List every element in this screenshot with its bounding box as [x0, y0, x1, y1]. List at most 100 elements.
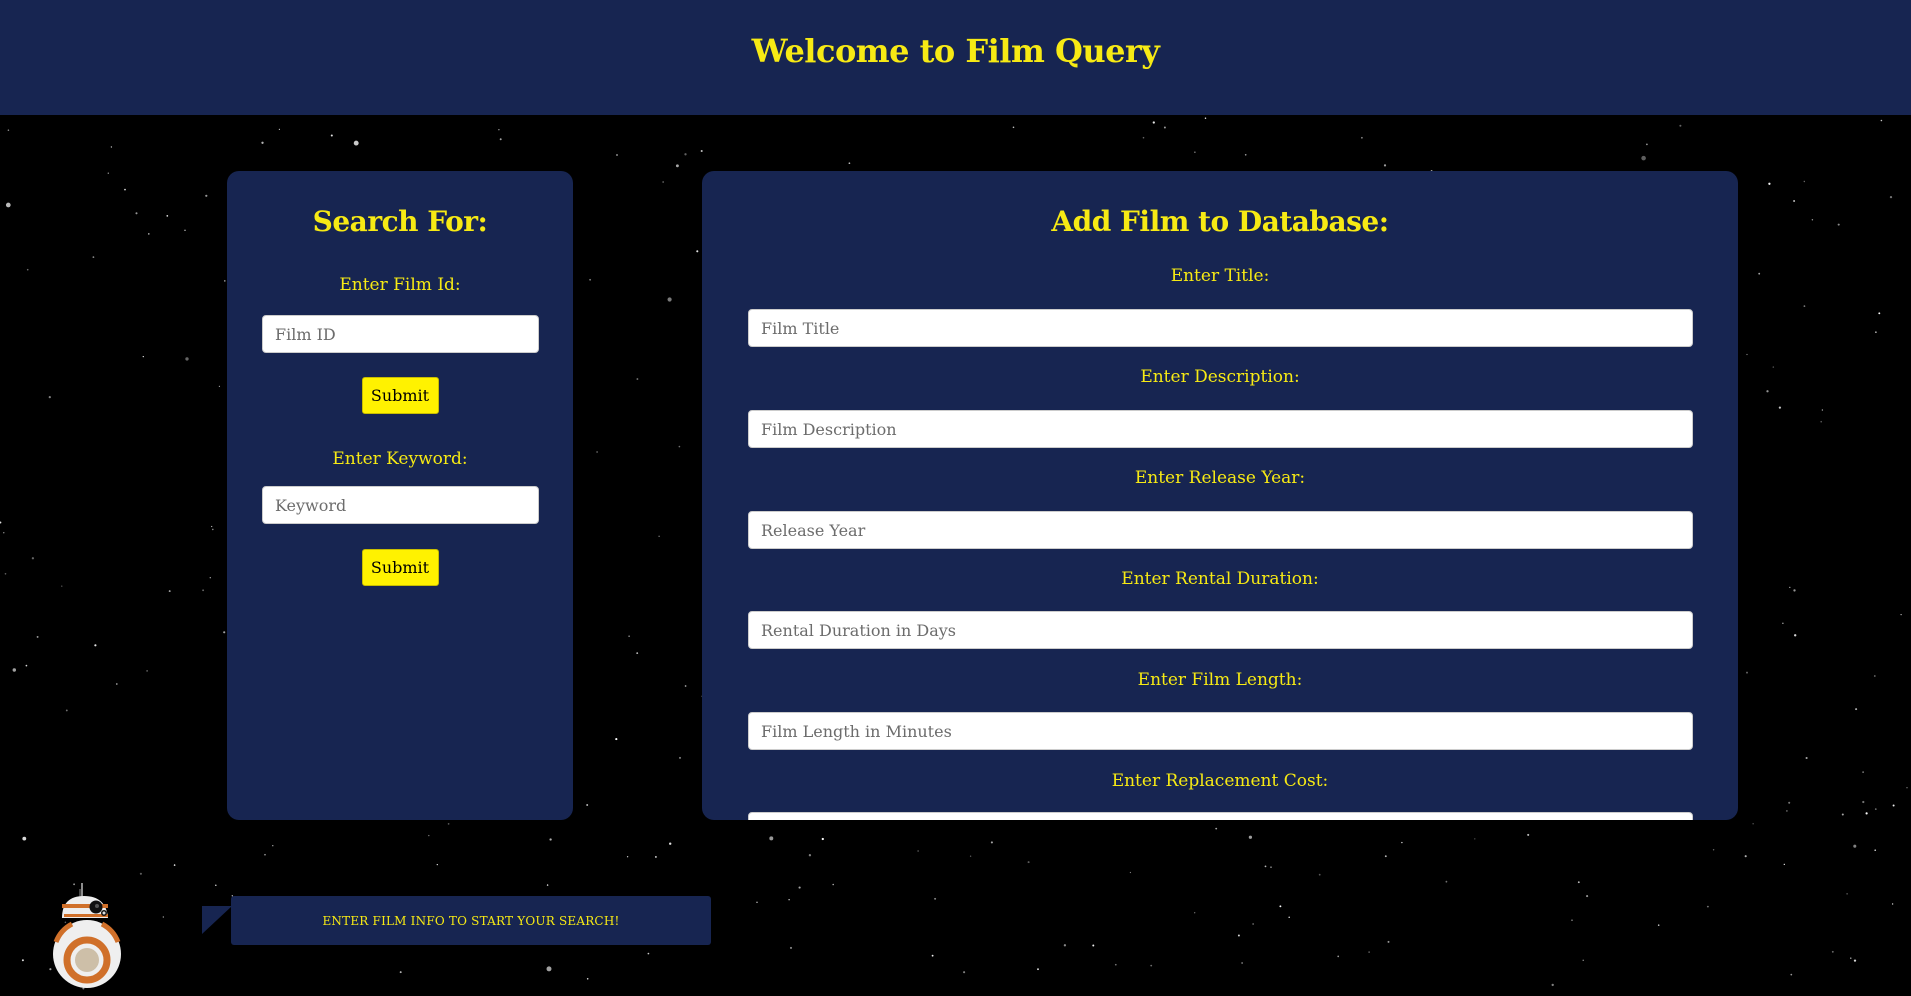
search-panel-title: Search For: [312, 205, 488, 238]
keyword-input[interactable] [262, 486, 539, 524]
star [1768, 182, 1771, 185]
star [1264, 865, 1267, 868]
star [1878, 312, 1881, 315]
star [1790, 973, 1793, 976]
film-description-input[interactable] [748, 410, 1693, 448]
star [1778, 406, 1782, 409]
star [1744, 855, 1747, 858]
star [184, 229, 186, 231]
star [1641, 155, 1646, 161]
star [1758, 272, 1761, 275]
star [211, 528, 214, 531]
star [1384, 855, 1387, 858]
rental-duration-input[interactable] [748, 611, 1693, 649]
star [223, 631, 226, 634]
star [1837, 223, 1840, 226]
star [0, 521, 2, 524]
star [5, 202, 11, 208]
star [636, 652, 639, 654]
star [1092, 944, 1095, 947]
star [628, 635, 630, 637]
star [769, 836, 774, 841]
star [1194, 151, 1196, 153]
star [934, 897, 937, 900]
star [115, 683, 118, 685]
star [1657, 924, 1660, 926]
star [1850, 957, 1852, 959]
star [684, 153, 687, 156]
star [696, 250, 699, 253]
star [1163, 126, 1166, 129]
star [596, 451, 598, 453]
star [31, 557, 35, 560]
star [586, 978, 589, 980]
star [3, 532, 5, 534]
star [1900, 613, 1902, 616]
star [1586, 895, 1589, 898]
star [1244, 153, 1247, 156]
star [173, 864, 176, 866]
release-year-input[interactable] [748, 511, 1693, 549]
star [669, 842, 672, 845]
film-id-submit-button[interactable]: Submit [361, 377, 439, 414]
star [162, 916, 164, 918]
star [667, 297, 672, 302]
star [700, 149, 703, 153]
star [1783, 863, 1785, 866]
star [261, 141, 264, 144]
star [1445, 880, 1448, 883]
star [1582, 959, 1584, 961]
star [211, 525, 213, 528]
star [678, 445, 681, 448]
star [821, 837, 824, 841]
star [107, 172, 109, 174]
star [1782, 622, 1784, 624]
film-title-input[interactable] [748, 309, 1693, 347]
star [546, 966, 552, 972]
star [1215, 827, 1218, 830]
star [272, 845, 274, 847]
star [1387, 940, 1390, 943]
search-panel: Search For: Enter Film Id: Submit Enter … [227, 171, 573, 820]
star [1841, 813, 1844, 816]
star [1679, 124, 1682, 127]
star [1846, 893, 1848, 895]
film-id-input[interactable] [262, 315, 539, 353]
star [1383, 164, 1387, 167]
star [1794, 634, 1797, 637]
star [615, 738, 618, 741]
star [1855, 708, 1858, 711]
star [832, 883, 834, 886]
star [789, 946, 793, 949]
star [148, 233, 150, 235]
star [1401, 841, 1403, 844]
star [65, 709, 68, 712]
star [447, 823, 450, 825]
star [1012, 126, 1015, 129]
star [1114, 963, 1117, 966]
film-length-input[interactable] [748, 712, 1693, 750]
star [1368, 951, 1370, 953]
star [146, 670, 148, 672]
add-film-panel-title: Add Film to Database: [1051, 205, 1389, 238]
replacement-cost-input[interactable] [748, 812, 1693, 820]
add-film-panel: Add Film to Database: Enter Title: Enter… [702, 171, 1738, 820]
droid-message-text: Enter film info to start your search! [322, 913, 620, 928]
keyword-submit-button[interactable]: Submit [361, 549, 439, 586]
star [1831, 950, 1834, 953]
star [166, 215, 169, 217]
star [647, 952, 650, 955]
star [1820, 420, 1822, 423]
star [1803, 305, 1806, 307]
star [1577, 881, 1580, 884]
star [1241, 962, 1243, 964]
star [654, 855, 657, 858]
star [22, 836, 27, 841]
star [1772, 366, 1775, 368]
star [798, 886, 801, 889]
star [428, 834, 430, 837]
star [546, 884, 549, 886]
star [1821, 409, 1824, 411]
star [1152, 121, 1155, 124]
star [218, 385, 221, 388]
